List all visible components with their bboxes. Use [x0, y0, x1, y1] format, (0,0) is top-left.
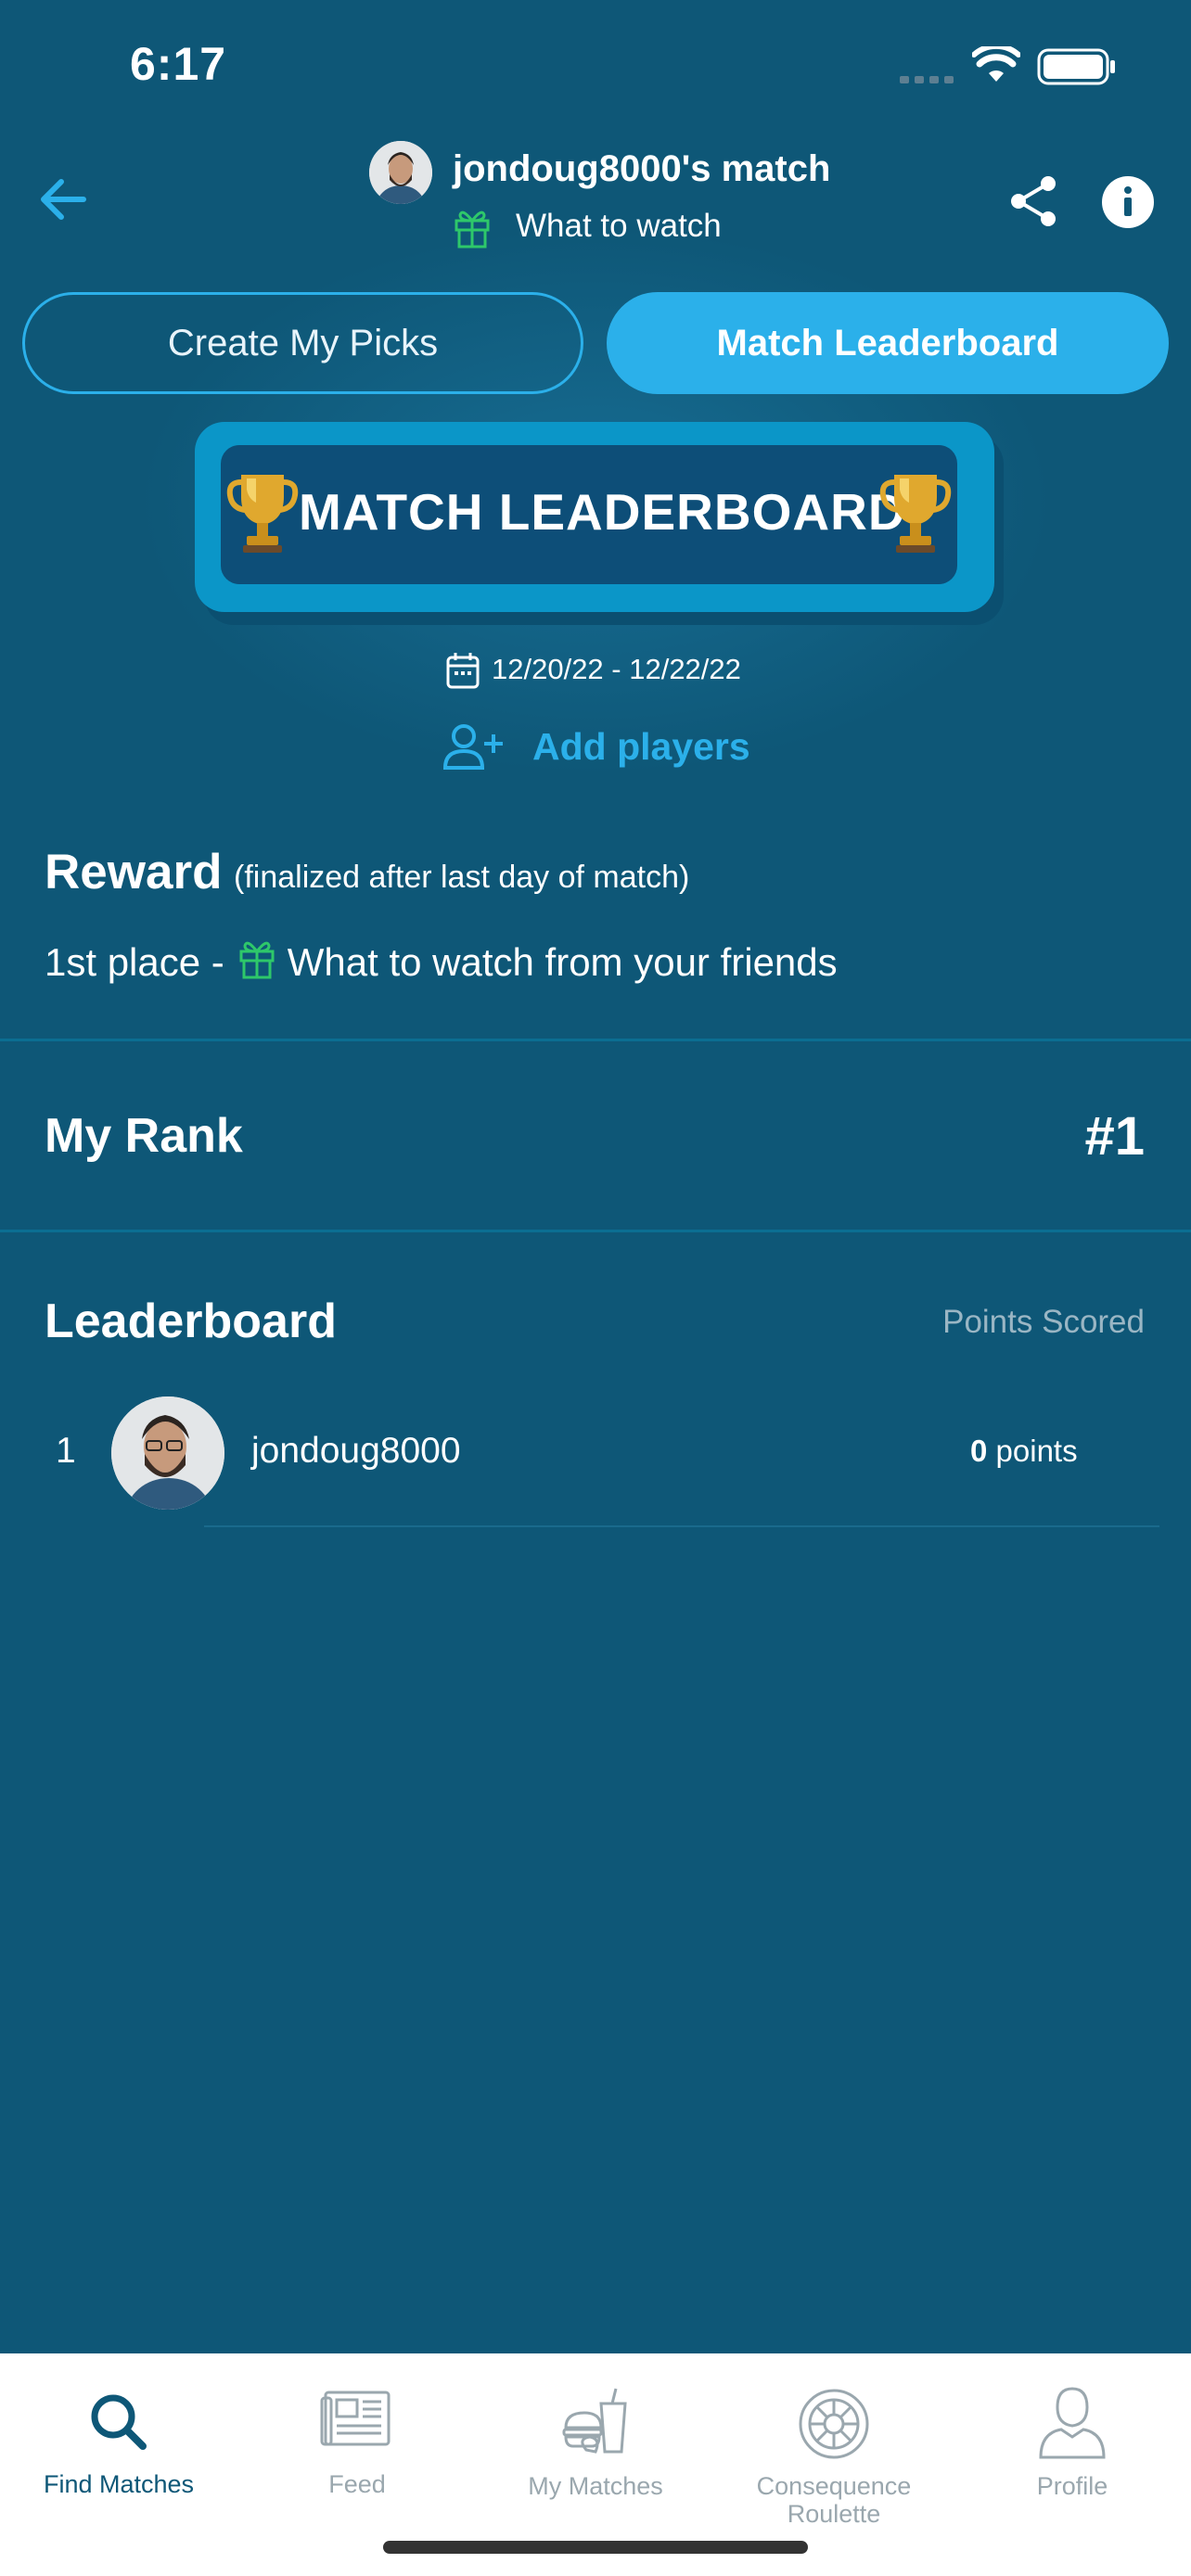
reward-note: (finalized after last day of match) [234, 860, 690, 895]
add-user-icon[interactable] [442, 723, 508, 776]
match-subtitle: What to watch [516, 208, 722, 244]
points-column-header: Points Scored [942, 1304, 1145, 1340]
date-range: 12/20/22 - 12/22/22 [492, 653, 741, 685]
host-avatar [369, 141, 432, 204]
header-glow [0, 0, 1191, 835]
status-time: 6:17 [130, 38, 227, 90]
avatar[interactable] [111, 1396, 224, 1510]
reward-line: 1st place - What to watch from your frie… [45, 937, 838, 988]
tab-label: Profile [1036, 2472, 1108, 2500]
signal-icon [900, 72, 957, 90]
divider [0, 1230, 1191, 1232]
tab-label: Feed [328, 2470, 386, 2498]
battery-icon [1037, 48, 1117, 90]
player-points: 0 points [970, 1434, 1078, 1469]
tab-find-matches[interactable]: Find Matches [0, 2353, 237, 2539]
info-icon[interactable] [1102, 176, 1154, 233]
wheel-icon [799, 2389, 869, 2459]
tab-create-my-picks[interactable]: Create My Picks [22, 292, 583, 394]
player-name[interactable]: jondoug8000 [251, 1431, 461, 1472]
tab-label: My Matches [528, 2472, 663, 2500]
tab-label: Consequence Roulette [715, 2472, 953, 2528]
tab-label-text: Consequence Roulette [756, 2472, 912, 2528]
reward-place: 1st place - [45, 940, 224, 984]
reward-prize: What to watch from your friends [287, 940, 838, 984]
tab-match-leaderboard[interactable]: Match Leaderboard [607, 292, 1169, 394]
tab-consequence-roulette[interactable]: Consequence Roulette [715, 2353, 953, 2539]
my-rank-label: My Rank [45, 1109, 243, 1163]
person-icon [1039, 2387, 1106, 2459]
points-value: 0 [970, 1434, 988, 1468]
points-unit: points [995, 1434, 1078, 1468]
gift-icon [237, 937, 276, 988]
match-title: jondoug8000's match [453, 148, 831, 189]
row-divider [204, 1525, 1159, 1527]
newspaper-icon [320, 2391, 391, 2446]
leaderboard-title: Leaderboard [45, 1294, 337, 1348]
trophy-icon [879, 469, 952, 559]
tab-my-matches[interactable]: My Matches [477, 2353, 714, 2539]
calendar-icon [445, 651, 480, 695]
share-icon[interactable] [1007, 174, 1061, 233]
tab-feed[interactable]: Feed [238, 2353, 476, 2539]
gift-icon [453, 206, 492, 253]
add-players-button[interactable]: Add players [532, 725, 750, 769]
back-arrow-icon[interactable] [37, 176, 89, 227]
wifi-icon [971, 43, 1021, 88]
row-rank: 1 [56, 1431, 76, 1471]
trophy-icon [226, 469, 299, 559]
tab-label: Find Matches [43, 2470, 195, 2498]
my-rank-value: #1 [1084, 1106, 1145, 1167]
tab-profile[interactable]: Profile [954, 2353, 1191, 2539]
home-indicator [383, 2541, 808, 2554]
food-icon [562, 2388, 627, 2454]
reward-title: Reward [45, 845, 223, 899]
banner-title: MATCH LEADERBOARD [299, 483, 906, 541]
divider [0, 1039, 1191, 1041]
search-icon [91, 2394, 147, 2450]
